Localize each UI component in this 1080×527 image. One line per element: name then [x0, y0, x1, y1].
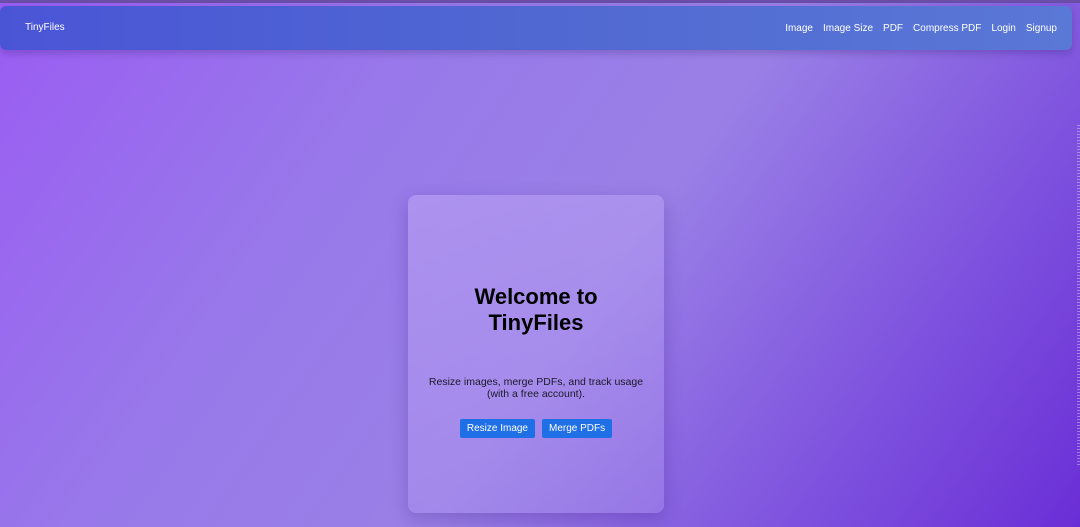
nav-link-compress-pdf[interactable]: Compress PDF [913, 23, 981, 34]
hero-actions: Resize Image Merge PDFs [408, 419, 664, 438]
brand-logo[interactable]: TinyFiles [25, 6, 65, 50]
nav-link-image-size[interactable]: Image Size [823, 23, 873, 34]
nav-link-image[interactable]: Image [785, 23, 813, 34]
hero-title: Welcome to TinyFiles [474, 284, 598, 335]
navbar: TinyFiles Image Image Size PDF Compress … [0, 6, 1072, 50]
merge-pdfs-button[interactable]: Merge PDFs [542, 419, 613, 438]
hero-subtitle: Resize images, merge PDFs, and track usa… [428, 376, 644, 400]
nav-link-pdf[interactable]: PDF [883, 23, 903, 34]
resize-image-button[interactable]: Resize Image [459, 419, 535, 438]
window-top-border [0, 0, 1080, 3]
nav-link-login[interactable]: Login [991, 23, 1015, 34]
hero-card: Welcome to TinyFiles Resize images, merg… [408, 195, 664, 513]
nav-link-signup[interactable]: Signup [1026, 23, 1057, 34]
nav-links: Image Image Size PDF Compress PDF Login … [775, 6, 1057, 50]
